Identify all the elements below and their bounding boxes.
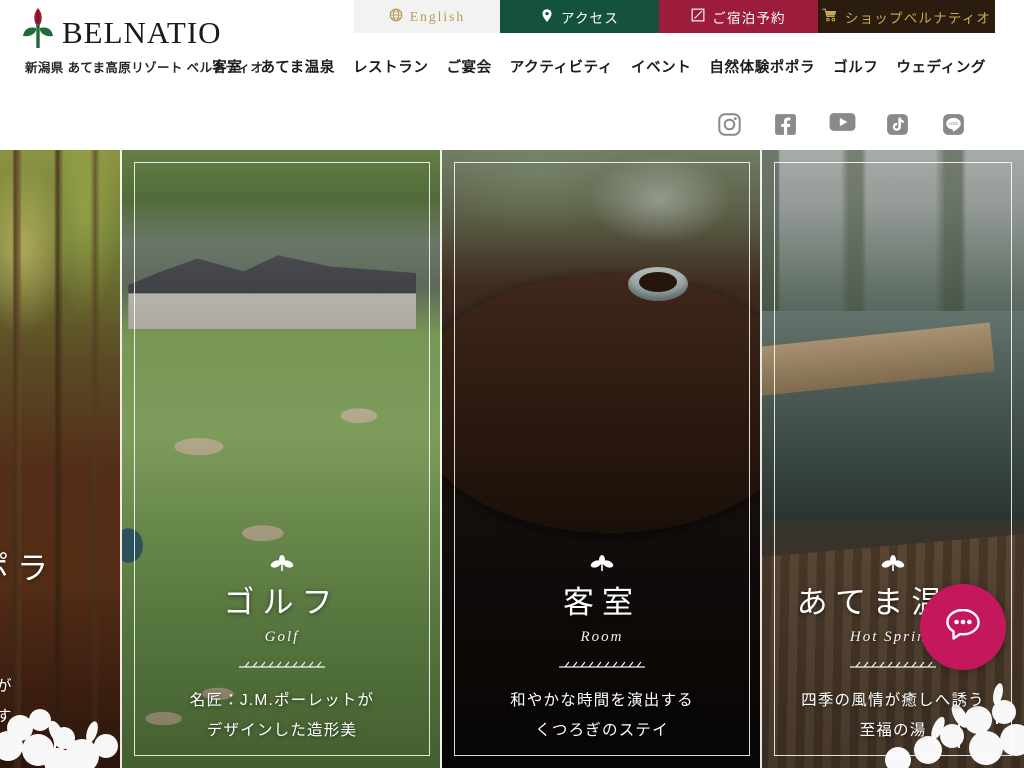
booking-button-label: ご宿泊予約: [712, 10, 786, 26]
social-links: LINE: [717, 112, 966, 137]
nav-item-popora[interactable]: 自然体験ポポラ: [700, 52, 824, 81]
nav-item-hot-spring[interactable]: あてま温泉: [251, 52, 344, 81]
shop-button[interactable]: ショップベルナティオ: [818, 0, 995, 33]
nav-item-wedding[interactable]: ウェディング: [887, 52, 995, 81]
leaf-ornament-icon: [590, 555, 614, 572]
room-title-en: Room: [580, 628, 624, 645]
nav-item-golf[interactable]: ゴルフ: [824, 52, 887, 81]
hero-slider: ポラ が す: [0, 150, 1024, 768]
globe-icon: [389, 8, 403, 26]
leaf-ornament-icon: [881, 555, 905, 572]
booking-button[interactable]: ご宿泊予約: [659, 0, 818, 33]
access-button[interactable]: アクセス: [500, 0, 659, 33]
pencil-box-icon: [691, 8, 705, 25]
room-desc-line1: 和やかな時間を演出する: [510, 691, 694, 709]
top-utility-buttons: English アクセス ご宿泊予約 ショップベルナティオ: [354, 0, 995, 33]
hot-spring-desc-line2: 至福の湯: [859, 721, 927, 739]
divider-ornament: [559, 661, 645, 668]
room-title-ja: 客室: [563, 585, 641, 621]
hero-slide-golf[interactable]: ゴルフ Golf 名匠：J.M.ポーレットが デザインした造形美: [122, 150, 442, 768]
cart-icon: [822, 8, 838, 25]
popora-title-ja: ポラ: [0, 550, 56, 586]
golf-desc-line2: デザインした造形美: [206, 721, 358, 739]
main-navigation: 客室 あてま温泉 レストラン ご宴会 アクティビティ イベント 自然体験ポポラ …: [203, 52, 995, 81]
english-button-label: English: [409, 8, 466, 24]
golf-title-ja: ゴルフ: [223, 585, 341, 621]
facebook-icon[interactable]: [773, 112, 798, 137]
line-icon[interactable]: LINE: [941, 112, 966, 137]
popora-desc-line1: が: [0, 677, 13, 695]
hero-slides: ポラ が す: [0, 150, 1024, 768]
hero-slide-popora[interactable]: ポラ が す: [0, 150, 122, 768]
divider-ornament: [850, 661, 936, 668]
room-caption: 客室 Room 和やかな時間を演出する くつろぎのステイ: [442, 555, 762, 746]
map-pin-icon: [540, 8, 554, 26]
brand-wordmark: BELNATIO: [62, 15, 222, 50]
popora-desc-line2: す: [0, 707, 13, 725]
hero-slide-room[interactable]: 客室 Room 和やかな時間を演出する くつろぎのステイ: [442, 150, 762, 768]
golf-caption: ゴルフ Golf 名匠：J.M.ポーレットが デザインした造形美: [122, 555, 442, 746]
svg-text:LINE: LINE: [949, 121, 958, 126]
instagram-icon[interactable]: [717, 112, 742, 137]
golf-desc-line1: 名匠：J.M.ポーレットが: [189, 691, 375, 709]
nav-item-activity[interactable]: アクティビティ: [501, 52, 622, 81]
access-button-label: アクセス: [560, 10, 620, 26]
hero-slide-hot-spring[interactable]: あてま温泉 Hot Spring 四季の風情が癒しへ誘う 至福の湯: [762, 150, 1024, 768]
nav-item-restaurant[interactable]: レストラン: [344, 52, 438, 81]
chat-bubble-icon: [941, 603, 985, 652]
nav-item-banquet[interactable]: ご宴会: [437, 52, 500, 81]
english-button[interactable]: English: [354, 0, 500, 33]
nav-item-rooms[interactable]: 客室: [203, 52, 251, 81]
site-header: BELNATIO 新潟県 あてま高原リゾート ベルナティオ English アク…: [0, 0, 1024, 150]
shop-button-label: ショップベルナティオ: [844, 10, 992, 26]
tulip-logo-icon: [20, 6, 56, 50]
tiktok-icon[interactable]: [885, 112, 910, 137]
chat-widget-button[interactable]: [920, 584, 1006, 670]
popora-overlay: [0, 150, 122, 768]
hot-spring-desc-line1: 四季の風情が癒しへ誘う: [801, 691, 985, 709]
leaf-ornament-icon: [270, 555, 294, 572]
golf-title-en: Golf: [264, 628, 300, 645]
nav-item-event[interactable]: イベント: [622, 52, 700, 81]
youtube-icon[interactable]: [829, 112, 856, 137]
room-desc-line2: くつろぎのステイ: [535, 721, 669, 739]
divider-ornament: [239, 661, 325, 668]
page-root: BELNATIO 新潟県 あてま高原リゾート ベルナティオ English アク…: [0, 0, 1024, 768]
